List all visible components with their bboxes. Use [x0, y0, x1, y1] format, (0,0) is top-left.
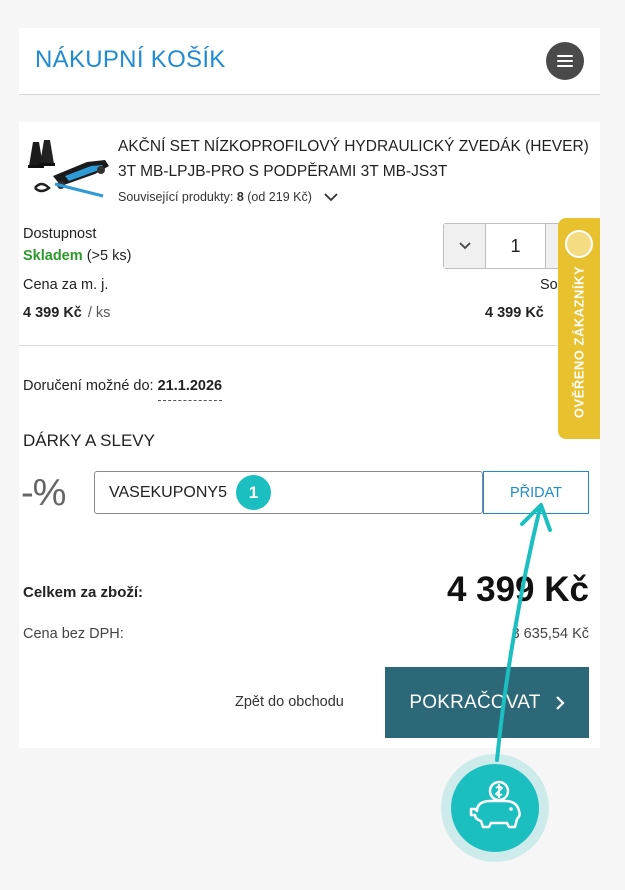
- chevron-down-icon[interactable]: [324, 192, 338, 202]
- cart-header: NÁKUPNÍ KOŠÍK: [19, 28, 600, 95]
- related-label: Související produkty:: [118, 190, 234, 204]
- divider: [19, 345, 600, 346]
- vat-value: 3 635,54 Kč: [511, 626, 589, 642]
- cart-item-card: AKČNÍ SET NÍZKOPROFILOVÝ HYDRAULICKÝ ZVE…: [19, 122, 600, 748]
- quantity-decrease-button[interactable]: [444, 224, 486, 268]
- unit-price-label: Cena za m. j.: [23, 277, 109, 293]
- total-label: Celkem za zboží:: [23, 584, 144, 601]
- piggy-bank-widget[interactable]: [441, 754, 549, 862]
- add-coupon-button[interactable]: PŘIDAT: [483, 471, 589, 514]
- total-value: 4 399 Kč: [446, 570, 589, 609]
- product-name[interactable]: AKČNÍ SET NÍZKOPROFILOVÝ HYDRAULICKÝ ZVE…: [118, 134, 593, 184]
- vat-label: Cena bez DPH:: [23, 626, 124, 642]
- sum-label: So: [540, 277, 558, 293]
- stock-status: Skladem: [23, 248, 83, 264]
- step-badge: 1: [236, 475, 271, 510]
- unit-price-value: 4 399 Kč: [23, 305, 82, 321]
- quantity-input[interactable]: 1: [486, 224, 546, 268]
- delivery-info: Doručení možné do: 21.1.2026: [23, 378, 223, 401]
- availability-label: Dostupnost: [23, 226, 97, 242]
- stock-info: Skladem (>5 ks): [23, 248, 131, 264]
- chevron-down-icon: [458, 242, 471, 250]
- delivery-date[interactable]: 21.1.2026: [157, 378, 223, 401]
- page-title: NÁKUPNÍ KOŠÍK: [35, 46, 226, 73]
- unit-price: 4 399 Kč / ks: [23, 305, 110, 321]
- piggy-bank-icon: [469, 780, 521, 829]
- related-count: 8: [236, 190, 244, 204]
- back-to-shop-link[interactable]: Zpět do obchodu: [235, 694, 344, 710]
- related-products[interactable]: Související produkty: 8 (od 219 Kč): [118, 190, 312, 204]
- product-thumbnail[interactable]: [25, 136, 111, 198]
- verified-badge-icon: [565, 230, 593, 258]
- gifts-title: DÁRKY A SLEVY: [23, 431, 155, 450]
- unit-label: / ks: [87, 305, 111, 321]
- sum-value: 4 399 Kč: [485, 305, 544, 321]
- delivery-label: Doručení možné do:: [23, 378, 154, 394]
- coupon-input[interactable]: [94, 471, 483, 514]
- verified-by-customers-tab[interactable]: OVĚŘENO ZÁKAZNÍKY: [558, 218, 600, 439]
- verified-tab-label: OVĚŘENO ZÁKAZNÍKY: [571, 265, 587, 419]
- continue-button[interactable]: POKRAČOVAT: [385, 667, 589, 738]
- chevron-right-icon: [555, 695, 565, 710]
- piggy-bank-button[interactable]: [451, 764, 539, 852]
- stock-detail: (>5 ks): [86, 248, 132, 264]
- continue-label: POKRAČOVAT: [409, 691, 541, 713]
- discount-percent-icon: -%: [21, 472, 66, 514]
- hamburger-menu-icon[interactable]: [546, 42, 584, 80]
- related-price: (od 219 Kč): [247, 190, 312, 204]
